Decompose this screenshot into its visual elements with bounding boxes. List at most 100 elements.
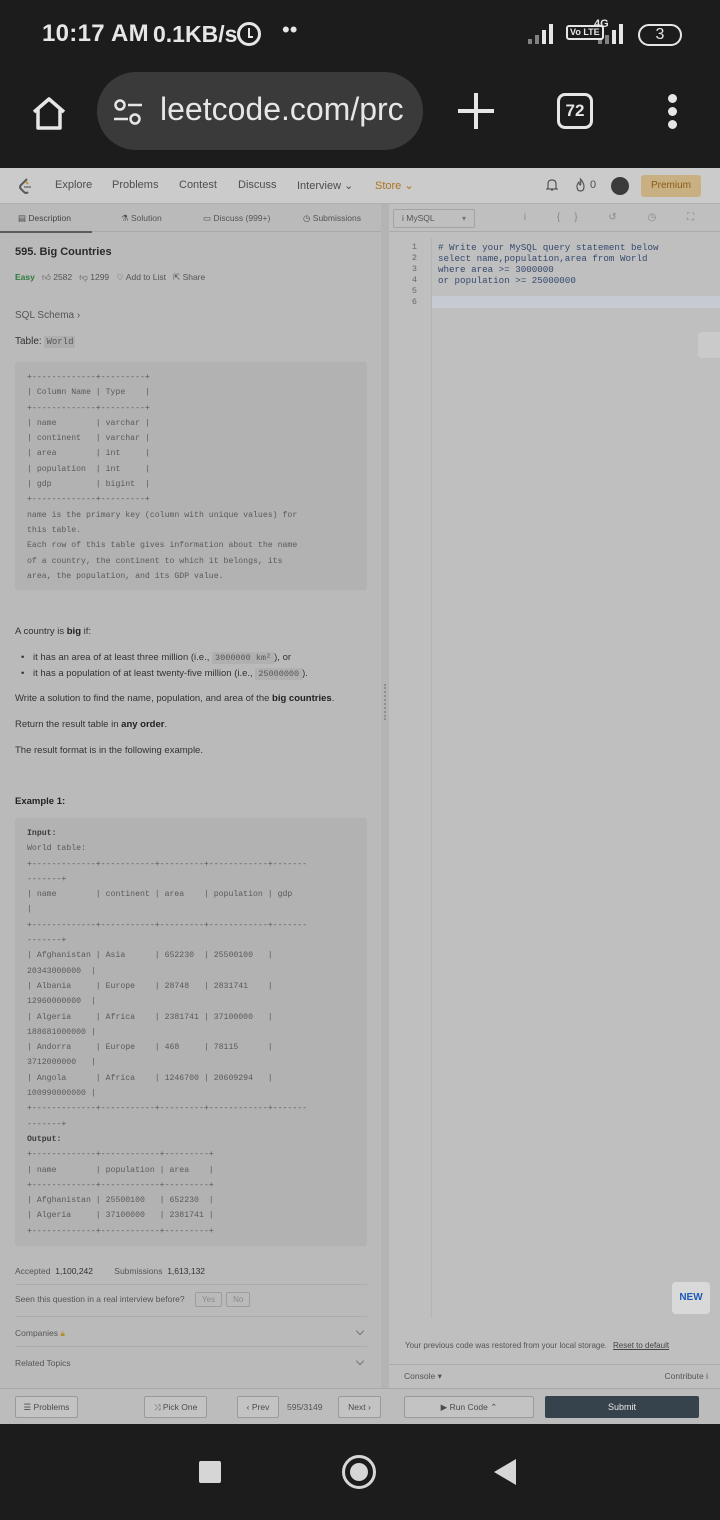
pane-resizer[interactable] xyxy=(381,204,389,1388)
new-tab-icon[interactable] xyxy=(458,93,494,129)
submissions-label: Submissions xyxy=(114,1266,163,1276)
acceptance-stats: Accepted 1,100,242 Submissions 1,613,132 xyxy=(15,1266,205,1276)
nav-store-label: Store xyxy=(375,180,402,192)
big-intro-post: if: xyxy=(81,626,92,637)
recents-icon[interactable] xyxy=(199,1461,221,1483)
more-menu-icon[interactable] xyxy=(666,94,678,130)
code-line[interactable]: # Write your MySQL query statement below xyxy=(438,242,659,253)
yes-button[interactable]: Yes xyxy=(195,1292,223,1307)
gutter-separator xyxy=(431,238,432,1318)
alarm-icon xyxy=(237,22,261,46)
editor-toolbar: i MySQL i {} ↺ ◷ ⛶ xyxy=(389,204,720,232)
code-line[interactable]: where area >= 3000000 xyxy=(438,264,554,275)
accepted-label: Accepted xyxy=(15,1266,51,1276)
example-input: World table: +-------------+-----------+… xyxy=(27,844,308,1129)
share-button[interactable]: Share xyxy=(183,272,206,282)
line-number: 5 xyxy=(411,286,417,296)
site-settings-icon[interactable] xyxy=(113,99,143,125)
chevron-down-icon[interactable] xyxy=(355,1356,365,1366)
tab-discuss[interactable]: ▭ Discuss (999+) xyxy=(203,213,270,224)
url-text[interactable]: leetcode.com/prc xyxy=(160,91,404,128)
table-name: World xyxy=(44,336,76,348)
return-post: . xyxy=(164,719,168,730)
leetcode-logo-icon[interactable] xyxy=(18,178,32,195)
problem-tabs: ▤ Description ⚗ Solution ▭ Discuss (999+… xyxy=(0,204,381,233)
format-statement: The result format is in the following ex… xyxy=(15,745,203,756)
contribute-link[interactable]: Contribute i xyxy=(665,1371,708,1381)
flask-icon: ⚗ xyxy=(121,213,131,223)
address-bar[interactable]: leetcode.com/prc xyxy=(97,72,423,150)
bullet1-code: 3000000 km² xyxy=(212,652,275,664)
prev-label: Prev xyxy=(251,1402,270,1412)
nav-problems[interactable]: Problems xyxy=(112,179,158,191)
fire-icon[interactable] xyxy=(575,178,586,192)
pick-one-button[interactable]: ⤨ Pick One xyxy=(144,1396,207,1418)
code-line[interactable]: or population >= 25000000 xyxy=(438,275,576,286)
home-nav-icon[interactable] xyxy=(342,1455,376,1489)
problem-index: 595/3149 xyxy=(287,1402,323,1412)
avatar[interactable] xyxy=(611,177,629,195)
side-panel-toggle-icon[interactable] xyxy=(698,332,720,358)
browser-toolbar: leetcode.com/prc 72 xyxy=(0,70,720,168)
nav-interview[interactable]: Interview ⌄ xyxy=(297,179,353,192)
reset-to-default-link[interactable]: Reset to default xyxy=(613,1341,669,1350)
seen-question-text: Seen this question in a real interview b… xyxy=(15,1294,185,1304)
no-button[interactable]: No xyxy=(226,1292,251,1307)
chevron-up-icon: ⌃ xyxy=(487,1402,498,1412)
code-line[interactable]: select name,population,area from World xyxy=(438,253,648,264)
chevron-down-icon[interactable] xyxy=(355,1326,365,1336)
sql-schema-label: SQL Schema xyxy=(15,310,75,321)
nav-contest[interactable]: Contest xyxy=(179,179,217,191)
input-label: Input: xyxy=(27,829,57,838)
interview-question: Seen this question in a real interview b… xyxy=(15,1292,251,1307)
submit-button[interactable]: Submit xyxy=(545,1396,699,1418)
home-icon[interactable] xyxy=(30,94,68,132)
tab-description[interactable]: ▤ Description xyxy=(18,213,71,224)
table-label: Table: World xyxy=(15,336,76,348)
next-label: Next xyxy=(348,1402,366,1412)
notification-dots: •• xyxy=(282,17,298,42)
back-icon[interactable] xyxy=(494,1459,516,1485)
nav-explore[interactable]: Explore xyxy=(55,179,92,191)
tab-submissions[interactable]: ◷ Submissions xyxy=(303,213,361,224)
write-post: . xyxy=(331,693,335,704)
companies-row[interactable]: Companies 🔒︎ xyxy=(15,1328,65,1339)
prev-button[interactable]: ‹ Prev xyxy=(237,1396,279,1418)
screen: 10:17 AM 0.1KB/s •• Vo LTE 4G 3 leetcode… xyxy=(0,0,720,1520)
tab-switcher-button[interactable]: 72 xyxy=(557,93,593,129)
example-output: +-------------+------------+---------+ |… xyxy=(27,1150,214,1236)
problems-list-button[interactable]: ☰ Problems xyxy=(15,1396,78,1418)
share-icon: ⇱ xyxy=(173,272,181,282)
code-editor[interactable]: 1 2 3 4 5 6 # Write your MySQL query sta… xyxy=(389,238,720,1328)
bell-icon[interactable] xyxy=(546,178,558,192)
nav-discuss[interactable]: Discuss xyxy=(238,179,277,191)
difficulty-badge: Easy xyxy=(15,272,35,282)
related-topics-row[interactable]: Related Topics xyxy=(15,1358,71,1368)
active-tab-indicator xyxy=(0,231,92,233)
add-to-list-button[interactable]: Add to List xyxy=(126,272,166,282)
run-code-button[interactable]: ▶ Run Code ⌃ xyxy=(404,1396,534,1418)
console-toggle[interactable]: Console ▾ xyxy=(404,1371,442,1382)
drag-handle-icon[interactable] xyxy=(384,684,386,720)
language-select[interactable]: i MySQL xyxy=(393,209,475,228)
premium-button[interactable]: Premium xyxy=(641,175,701,197)
signal-icon xyxy=(528,24,553,44)
line-number: 4 xyxy=(411,275,417,285)
editor-tool-icons[interactable]: i {} ↺ ◷ ⛶ xyxy=(524,212,708,223)
thumbs-up-icon[interactable]: 👍︎ xyxy=(42,272,51,282)
line-number: 6 xyxy=(411,297,417,307)
accepted-count: 1,100,242 xyxy=(55,1266,94,1276)
chevron-down-icon: ▾ xyxy=(437,1371,442,1381)
nav-interview-label: Interview xyxy=(297,180,342,192)
sql-schema-link[interactable]: SQL Schema › xyxy=(15,310,80,321)
next-button[interactable]: Next › xyxy=(338,1396,381,1418)
nav-store[interactable]: Store ⌄ xyxy=(375,179,414,192)
tab-solution[interactable]: ⚗ Solution xyxy=(121,213,162,224)
battery-icon: 3 xyxy=(638,24,682,46)
shuffle-icon: ⤨ xyxy=(153,1402,163,1412)
line-number: 2 xyxy=(411,253,417,263)
bullet1-post: ), or xyxy=(274,652,292,663)
problems-label: Problems xyxy=(33,1402,70,1412)
thumbs-down-icon[interactable]: 👎︎ xyxy=(79,272,88,282)
new-feature-button[interactable]: NEW xyxy=(672,1282,710,1314)
